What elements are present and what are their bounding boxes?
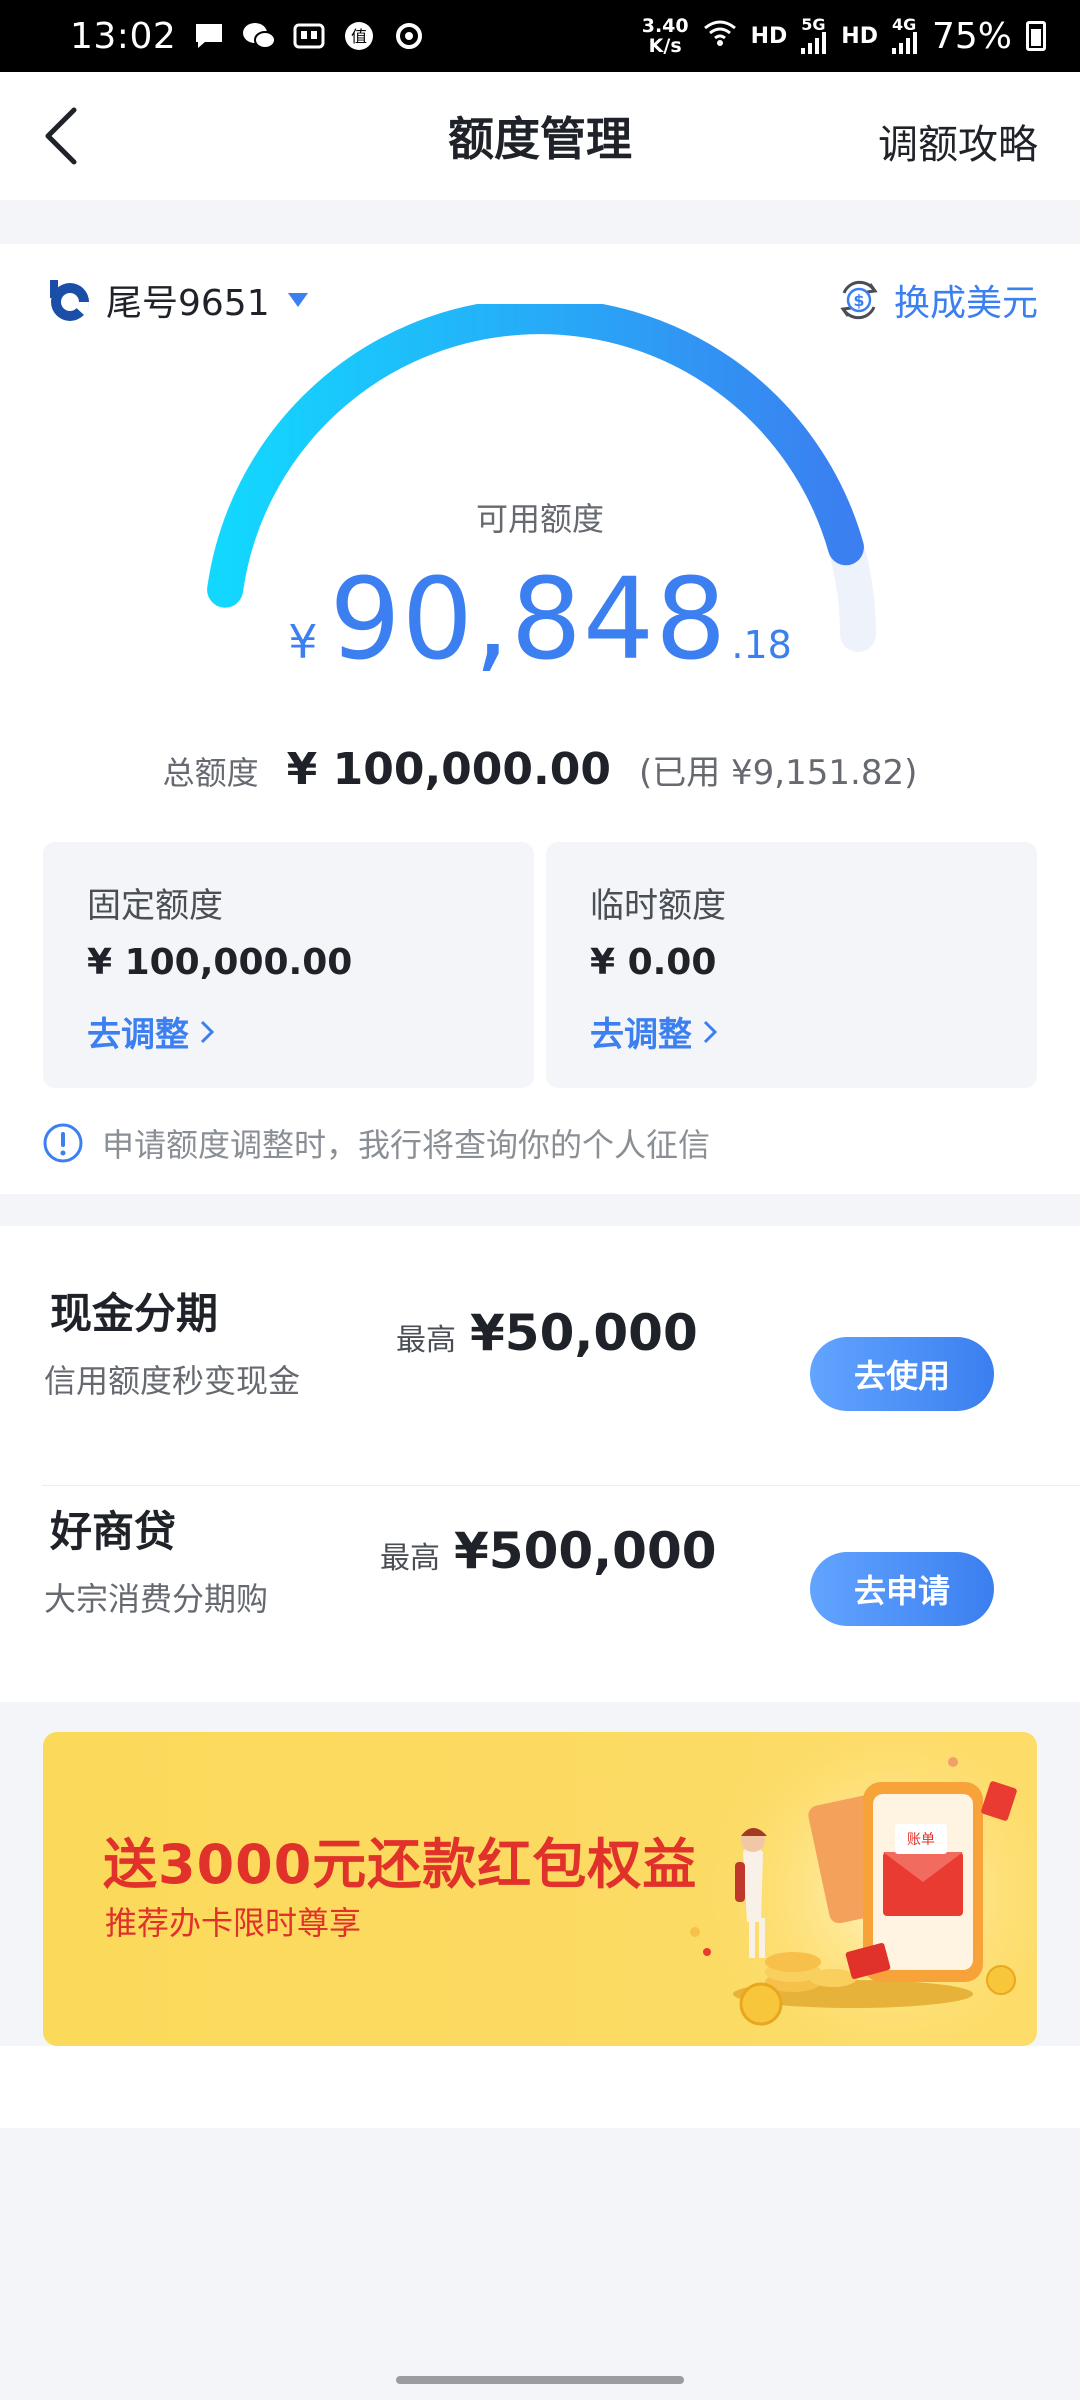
list-item: 现金分期 信用额度秒变现金 最高 ¥50,000 去使用 [0,1226,1080,1444]
temp-limit-box: 临时额度 ¥ 0.00 去调整 [546,842,1037,1088]
banner-subtitle: 推荐办卡限时尊享 [105,1904,362,1942]
fixed-limit-value: ¥ 100,000.00 [87,942,353,983]
credit-limit-card: 尾号9651 $ 换成美元 可用额度 ¥ 90,848 .18 总额度 ¥ 10… [0,244,1080,1194]
amount-integer: 90,848 [329,555,728,685]
envelope-card-text: 账单 [907,1832,935,1848]
network-speed: 3.40 K/s [642,16,689,56]
temp-limit-title: 临时额度 [590,886,726,926]
adjust-temp-limit-link[interactable]: 去调整 [590,1007,718,1056]
product-list: 现金分期 信用额度秒变现金 最高 ¥50,000 去使用 好商贷 大宗消费分期购… [0,1226,1080,1702]
total-limit-row: 总额度 ¥ 100,000.00 (已用 ¥9,151.82) [0,744,1080,795]
status-bar: 13:02 值 3.40 K/s HD 5G HD 4G 75% [0,0,1080,72]
product-max-amount: 最高 ¥500,000 [380,1522,717,1580]
limit-guide-link[interactable]: 调额攻略 [878,112,1038,170]
list-item: 好商贷 大宗消费分期购 最高 ¥500,000 去申请 [0,1444,1080,1662]
signal-icon-4g: 4G [891,15,918,54]
promo-section: 送3000元还款红包权益 推荐办卡限时尊享 账单 [0,1702,1080,2128]
available-limit-label: 可用额度 [475,500,604,538]
wifi-icon [703,19,737,53]
max-label: 最高 [380,1541,440,1576]
apply-loan-button[interactable]: 去申请 [810,1552,994,1626]
bottom-spacer [0,2046,1080,2128]
svg-text:值: 值 [351,27,367,46]
page-title: 额度管理 [448,112,632,166]
chevron-left-icon [45,107,77,165]
message-icon [192,21,226,51]
speed-value: 3.40 [641,15,689,37]
battery-icon [1026,21,1046,51]
hd-label-1: HD [750,23,788,49]
currency-symbol: ¥ [288,615,318,669]
fixed-limit-title: 固定额度 [87,886,223,926]
use-cash-installment-button[interactable]: 去使用 [810,1337,994,1411]
available-limit-amount: ¥ 90,848 .18 [0,564,1080,676]
gauge-fill [207,304,864,608]
chevron-right-icon [703,1020,718,1043]
back-button[interactable] [40,104,100,168]
red-envelope-illustration: 账单 [690,1732,1037,2046]
product-name: 好商贷 [50,1507,177,1556]
top-nav-bar: 额度管理 调额攻略 [0,72,1080,200]
total-limit-label: 总额度 [162,754,259,792]
app-icon [292,21,326,51]
status-right: 3.40 K/s HD 5G HD 4G 75% [642,16,1046,57]
status-left: 13:02 值 [70,16,426,57]
signal-icon-5g: 5G [801,15,827,54]
total-limit-value: ¥ 100,000.00 [286,744,611,795]
sync-icon [392,21,426,51]
amount-decimal: .18 [731,623,792,667]
info-icon [43,1123,83,1163]
max-value: ¥50,000 [470,1304,698,1362]
zhi-icon: 值 [342,21,376,51]
battery-percent: 75% [931,15,1012,57]
limit-boxes: 固定额度 ¥ 100,000.00 去调整 临时额度 ¥ 0.00 去调整 [43,842,1037,1088]
adjust-link-label: 去调整 [87,1015,189,1055]
adjust-link-label: 去调整 [590,1015,692,1055]
product-name: 现金分期 [50,1289,219,1338]
product-max-amount: 最高 ¥50,000 [396,1304,698,1362]
max-value: ¥500,000 [454,1522,717,1580]
net-type-1: 5G [801,15,826,34]
hd-label-2: HD [841,23,878,49]
home-indicator[interactable] [396,2376,684,2384]
fixed-limit-box: 固定额度 ¥ 100,000.00 去调整 [43,842,534,1088]
wechat-icon [242,21,277,51]
product-subtitle: 大宗消费分期购 [44,1580,269,1618]
used-amount: (已用 ¥9,151.82) [638,753,918,793]
max-label: 最高 [396,1323,456,1358]
credit-check-notice: 申请额度调整时，我行将查询你的个人征信 [42,1120,710,1166]
promo-banner[interactable]: 送3000元还款红包权益 推荐办卡限时尊享 账单 [43,1732,1037,2046]
status-time: 13:02 [70,15,177,57]
speed-unit: K/s [648,35,682,57]
notice-text: 申请额度调整时，我行将查询你的个人征信 [102,1126,711,1164]
adjust-fixed-limit-link[interactable]: 去调整 [87,1007,215,1056]
product-subtitle: 信用额度秒变现金 [44,1362,301,1400]
temp-limit-value: ¥ 0.00 [590,942,717,983]
chevron-right-icon [200,1020,215,1043]
net-type-2: 4G [891,15,917,34]
bank-logo-icon [50,280,90,321]
banner-title: 送3000元还款红包权益 [103,1833,698,1896]
